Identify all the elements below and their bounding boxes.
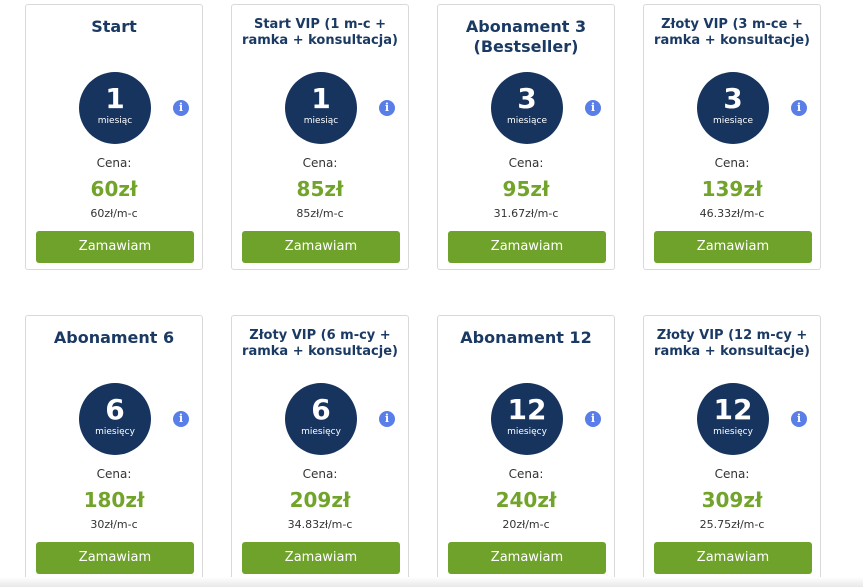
- plan-price: 85zł: [296, 177, 344, 201]
- price-label: Cena:: [302, 156, 338, 170]
- plan-card-zloty-vip-6: Złoty VIP (6 m-cy + ramka + konsultacje)…: [231, 315, 409, 581]
- price-label: Cena:: [508, 467, 544, 481]
- info-icon[interactable]: i: [379, 411, 395, 427]
- price-label: Cena:: [714, 156, 750, 170]
- plan-title: Start: [91, 17, 137, 36]
- plan-price: 95zł: [502, 177, 550, 201]
- duration-number: 1: [311, 82, 331, 115]
- order-button[interactable]: Zamawiam: [654, 542, 812, 574]
- order-button[interactable]: Zamawiam: [36, 542, 194, 574]
- duration-unit: miesiąc: [97, 116, 133, 126]
- duration-badge: 3 miesiące: [491, 72, 563, 144]
- plan-title: Abonament 3 (Bestseller): [465, 17, 587, 56]
- plan-card-zloty-vip-12: Złoty VIP (12 m-cy + ramka + konsultacje…: [643, 315, 821, 581]
- duration-badge: 6 miesięcy: [79, 383, 151, 455]
- plan-card-abonament-6: Abonament 6 6 miesięcy i Cena: 180zł 30z…: [25, 315, 203, 581]
- price-label: Cena:: [96, 156, 132, 170]
- duration-badge: 1 miesiąc: [285, 72, 357, 144]
- order-button[interactable]: Zamawiam: [448, 231, 606, 263]
- duration-badge: 12 miesięcy: [697, 383, 769, 455]
- plan-title: Abonament 12: [460, 328, 592, 347]
- order-button[interactable]: Zamawiam: [448, 542, 606, 574]
- duration-number: 6: [311, 393, 331, 426]
- info-icon[interactable]: i: [379, 100, 395, 116]
- info-icon[interactable]: i: [173, 100, 189, 116]
- plan-price: 180zł: [83, 488, 145, 512]
- duration-number: 3: [517, 82, 537, 115]
- duration-unit: miesięcy: [301, 427, 341, 437]
- price-per-month: 34.83zł/m-c: [287, 518, 353, 531]
- plan-price: 60zł: [90, 177, 138, 201]
- plan-card-start: Start 1 miesiąc i Cena: 60zł 60zł/m-c Za…: [25, 4, 203, 270]
- duration-unit: miesiące: [713, 116, 753, 126]
- plan-title: Złoty VIP (6 m-cy + ramka + konsultacje): [242, 328, 398, 359]
- info-icon[interactable]: i: [173, 411, 189, 427]
- page-bottom-edge: [0, 577, 863, 587]
- duration-badge: 1 miesiąc: [79, 72, 151, 144]
- info-icon[interactable]: i: [791, 100, 807, 116]
- plan-price: 139zł: [701, 177, 763, 201]
- plan-card-abonament-12: Abonament 12 12 miesięcy i Cena: 240zł 2…: [437, 315, 615, 581]
- duration-number: 3: [723, 82, 743, 115]
- duration-unit: miesięcy: [507, 427, 547, 437]
- price-per-month: 25.75zł/m-c: [699, 518, 765, 531]
- duration-badge: 12 miesięcy: [491, 383, 563, 455]
- pricing-grid: Start 1 miesiąc i Cena: 60zł 60zł/m-c Za…: [0, 0, 863, 587]
- price-per-month: 85zł/m-c: [296, 207, 344, 220]
- duration-unit: miesiąc: [303, 116, 339, 126]
- order-button[interactable]: Zamawiam: [36, 231, 194, 263]
- price-per-month: 31.67zł/m-c: [493, 207, 559, 220]
- price-per-month: 60zł/m-c: [90, 207, 138, 220]
- order-button[interactable]: Zamawiam: [242, 542, 400, 574]
- order-button[interactable]: Zamawiam: [654, 231, 812, 263]
- plan-title: Złoty VIP (12 m-cy + ramka + konsultacje…: [654, 328, 810, 359]
- duration-number: 12: [713, 393, 753, 426]
- price-per-month: 20zł/m-c: [502, 518, 550, 531]
- info-icon[interactable]: i: [585, 411, 601, 427]
- price-label: Cena:: [508, 156, 544, 170]
- info-icon[interactable]: i: [585, 100, 601, 116]
- plan-price: 309zł: [701, 488, 763, 512]
- duration-badge: 6 miesięcy: [285, 383, 357, 455]
- plan-price: 209zł: [289, 488, 351, 512]
- plan-title: Złoty VIP (3 m-ce + ramka + konsultacje): [654, 17, 810, 48]
- info-icon[interactable]: i: [791, 411, 807, 427]
- duration-number: 1: [105, 82, 125, 115]
- plan-card-start-vip: Start VIP (1 m-c + ramka + konsultacja) …: [231, 4, 409, 270]
- duration-badge: 3 miesiące: [697, 72, 769, 144]
- order-button[interactable]: Zamawiam: [242, 231, 400, 263]
- price-per-month: 30zł/m-c: [90, 518, 138, 531]
- plan-title: Start VIP (1 m-c + ramka + konsultacja): [242, 17, 398, 48]
- duration-unit: miesięcy: [95, 427, 135, 437]
- plan-card-zloty-vip-3: Złoty VIP (3 m-ce + ramka + konsultacje)…: [643, 4, 821, 270]
- price-label: Cena:: [302, 467, 338, 481]
- duration-unit: miesięcy: [713, 427, 753, 437]
- price-label: Cena:: [96, 467, 132, 481]
- plan-card-abonament-3: Abonament 3 (Bestseller) 3 miesiące i Ce…: [437, 4, 615, 270]
- plan-price: 240zł: [495, 488, 557, 512]
- price-per-month: 46.33zł/m-c: [699, 207, 765, 220]
- duration-unit: miesiące: [507, 116, 547, 126]
- duration-number: 6: [105, 393, 125, 426]
- plan-title: Abonament 6: [53, 328, 175, 347]
- duration-number: 12: [507, 393, 547, 426]
- price-label: Cena:: [714, 467, 750, 481]
